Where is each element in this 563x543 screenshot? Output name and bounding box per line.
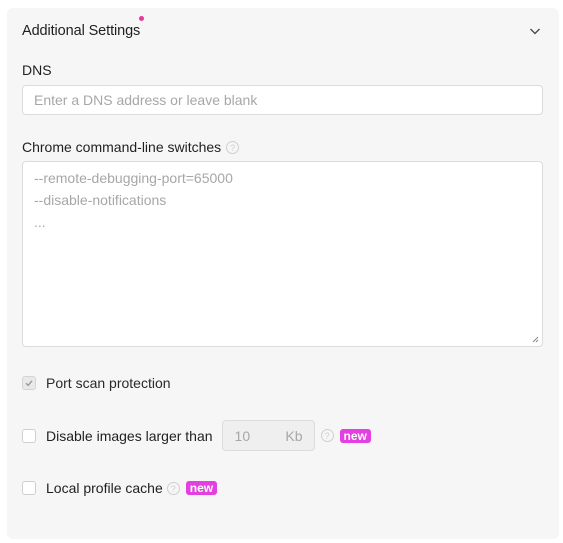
dns-label: DNS — [22, 62, 52, 78]
local-cache-label: Local profile cache — [46, 480, 163, 496]
disable-images-option: Disable images larger than 10 Kb ? new — [22, 420, 371, 451]
port-scan-checkbox[interactable] — [22, 376, 36, 390]
new-badge: new — [339, 428, 371, 443]
question-circle-icon[interactable]: ? — [166, 481, 180, 495]
question-circle-icon[interactable]: ? — [320, 429, 334, 442]
placeholder-line: ... — [34, 214, 46, 230]
port-scan-option: Port scan protection — [22, 375, 171, 391]
disable-images-checkbox[interactable] — [22, 428, 36, 443]
placeholder-line: --remote-debugging-port=65000 — [34, 170, 233, 186]
additional-settings-panel: Additional Settings DNS Enter a DNS addr… — [7, 8, 559, 539]
resize-handle-icon[interactable] — [531, 335, 539, 343]
section-title: Additional Settings — [22, 16, 145, 39]
question-circle-icon[interactable]: ? — [226, 140, 240, 154]
chrome-switches-textarea[interactable]: --remote-debugging-port=65000 --disable-… — [22, 161, 543, 347]
notification-dot — [139, 16, 145, 21]
dns-input[interactable]: Enter a DNS address or leave blank — [22, 85, 543, 115]
image-size-input[interactable]: 10 Kb — [221, 420, 315, 451]
disable-images-label: Disable images larger than — [46, 427, 213, 444]
image-size-unit: Kb — [285, 428, 303, 444]
local-cache-option: Local profile cache ? new — [22, 480, 218, 496]
placeholder-line: --disable-notifications — [34, 192, 167, 208]
new-badge: new — [185, 481, 218, 495]
local-cache-checkbox[interactable] — [22, 481, 36, 495]
image-size-value: 10 — [234, 428, 251, 444]
check-icon — [25, 380, 33, 387]
chevron-down-icon[interactable] — [528, 24, 542, 38]
section-header[interactable]: Additional Settings — [22, 16, 544, 42]
port-scan-label: Port scan protection — [46, 375, 171, 391]
dns-placeholder: Enter a DNS address or leave blank — [34, 92, 258, 108]
chrome-switches-label: Chrome command-line switches ? — [22, 139, 240, 155]
